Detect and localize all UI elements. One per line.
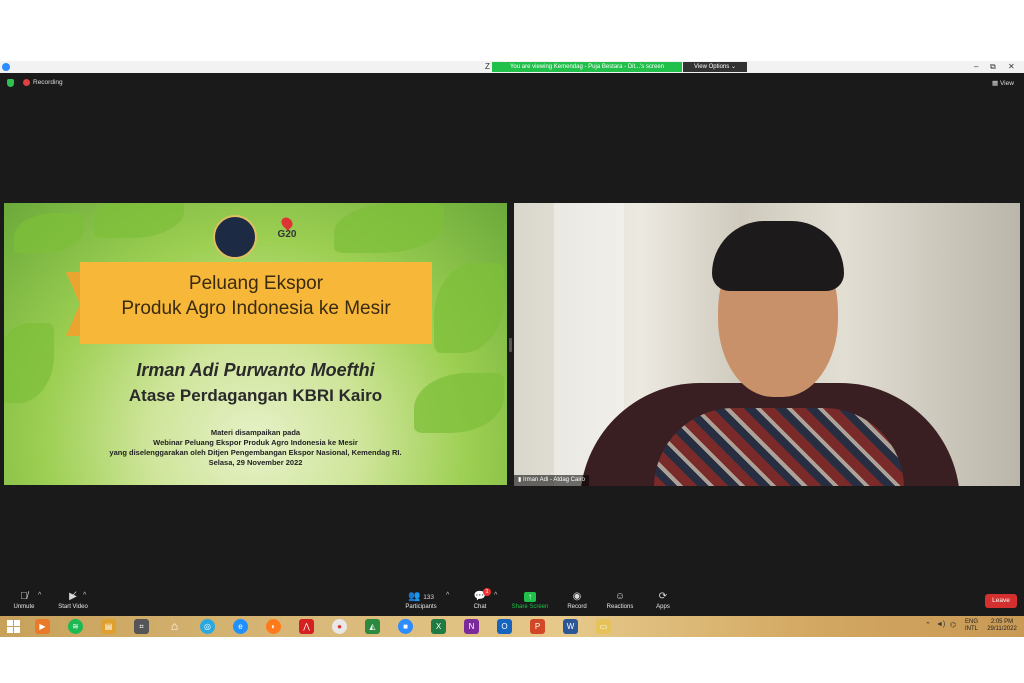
start-video-button[interactable]: ▶̸ Start Video	[43, 590, 103, 610]
person-hair	[712, 221, 844, 291]
view-options-label: View Options	[694, 64, 730, 70]
grid-icon: ▦	[992, 80, 999, 87]
participants-button[interactable]: 👥 133 Participants	[391, 590, 451, 610]
batik-shirt	[654, 408, 904, 486]
participants-label: Participants	[405, 604, 437, 610]
network-icon[interactable]: ⌬	[950, 621, 956, 629]
participants-count: 133	[423, 594, 435, 601]
apps-button[interactable]: ⟳ Apps	[633, 590, 693, 610]
leaf-decoration	[334, 203, 444, 253]
unmute-label: Unmute	[13, 604, 35, 610]
keyboard-layout: INTL	[965, 626, 979, 632]
messaging-app-icon[interactable]: ◎	[200, 619, 215, 634]
file-explorer-icon[interactable]: ▭	[596, 619, 611, 634]
view-options-button[interactable]: View Options ⌄	[683, 62, 747, 72]
chat-chevron-icon[interactable]: ^	[494, 592, 497, 599]
slide-title-line1: Peluang Ekspor	[188, 273, 324, 294]
zoom-taskbar-icon[interactable]: ■	[398, 619, 413, 634]
participant-video[interactable]: ▮ Irman Adi - Atdag Cairo	[514, 203, 1020, 486]
shield-icon[interactable]	[7, 79, 14, 87]
pdf-reader-icon[interactable]: ⋀	[299, 619, 314, 634]
record-label: Record	[567, 604, 587, 610]
slide-note-line2: Webinar Peluang Ekspor Produk Agro Indon…	[153, 438, 358, 447]
close-button[interactable]: ✕	[1008, 61, 1015, 73]
panel-splitter-handle[interactable]	[509, 338, 512, 352]
excel-icon[interactable]: X	[431, 619, 446, 634]
chrome-icon[interactable]: ●	[332, 619, 347, 634]
participant-name: Irman Adi - Atdag Cairo	[522, 477, 586, 483]
apps-label: Apps	[656, 604, 670, 610]
minimize-button[interactable]: –	[974, 61, 978, 73]
shared-screen-slide: G20 Peluang Ekspor Produk Agro Indonesia…	[4, 203, 507, 485]
sharing-banner: You are viewing Kemendag - Puja Bestara …	[492, 62, 682, 72]
title-ribbon: Peluang Ekspor Produk Agro Indonesia ke …	[66, 262, 432, 344]
chevron-down-icon: ⌄	[730, 64, 736, 70]
video-off-icon: ▶̸	[69, 591, 77, 602]
chat-badge: 1	[483, 588, 491, 596]
windows-start-icon[interactable]	[7, 620, 20, 633]
apps-icon: ⟳	[658, 591, 668, 602]
clock-date: 29/11/2022	[987, 626, 1017, 632]
spotify-icon[interactable]: ≋	[68, 619, 83, 634]
archive-icon[interactable]: ▤	[101, 619, 116, 634]
internet-explorer-icon[interactable]: e	[233, 619, 248, 634]
participant-name-tag: ▮ Irman Adi - Atdag Cairo	[514, 475, 590, 486]
powerpoint-icon[interactable]: P	[530, 619, 545, 634]
tray-chevron-icon[interactable]: ⌃	[925, 621, 931, 629]
volume-icon[interactable]: ◄)	[936, 621, 945, 628]
feedly-icon[interactable]: ◭	[365, 619, 380, 634]
firefox-icon[interactable]: ◐	[266, 619, 281, 634]
clock-time: 2:05 PM	[990, 619, 1014, 625]
recording-icon	[23, 79, 30, 86]
share-screen-label: Share Screen	[511, 604, 549, 610]
recording-label: Recording	[33, 79, 63, 86]
chat-label: Chat	[473, 604, 487, 610]
share-screen-icon: ↑	[524, 592, 536, 602]
start-video-label: Start Video	[58, 604, 88, 610]
reactions-label: Reactions	[606, 604, 634, 610]
zoom-logo-icon	[2, 63, 10, 71]
onenote-icon[interactable]: N	[464, 619, 479, 634]
home-icon[interactable]: ⌂	[167, 619, 182, 634]
slide-note-line4: Selasa, 29 November 2022	[208, 458, 303, 467]
view-button[interactable]: ▦ View	[992, 79, 1014, 87]
participants-chevron-icon[interactable]: ^	[446, 592, 449, 599]
signal-icon: ▮	[518, 477, 522, 483]
scanner-icon[interactable]: ⌗	[134, 619, 149, 634]
media-player-icon[interactable]: ▶	[35, 619, 50, 634]
language-code: ENG	[965, 619, 979, 625]
system-clock[interactable]: 2:05 PM 29/11/2022	[986, 619, 1018, 633]
leave-button[interactable]: Leave	[985, 594, 1017, 608]
video-options-chevron-icon[interactable]: ^	[83, 592, 86, 599]
presenter-role: Atase Perdagangan KBRI Kairo	[128, 386, 383, 405]
restore-button[interactable]: ⧉	[990, 61, 996, 73]
participants-icon: 👥	[407, 591, 421, 602]
outlook-icon[interactable]: O	[497, 619, 512, 634]
windows-taskbar	[0, 616, 1024, 637]
language-indicator[interactable]: ENG INTL	[965, 619, 978, 633]
leaf-decoration	[14, 213, 84, 253]
window-title: Z	[485, 62, 490, 71]
slide-note-line3: yang diselenggarakan oleh Ditjen Pengemb…	[109, 448, 402, 457]
leaf-decoration	[434, 263, 504, 353]
slide-title-line2: Produk Agro Indonesia ke Mesir	[121, 298, 391, 319]
slide-note-line1: Materi disampaikan pada	[210, 428, 301, 437]
leaf-decoration	[94, 203, 184, 238]
g20-logo: G20	[272, 215, 302, 253]
view-label: View	[999, 80, 1014, 87]
audio-options-chevron-icon[interactable]: ^	[38, 592, 41, 599]
ministry-seal-icon	[213, 215, 257, 259]
presenter-name: Irman Adi Purwanto Moefthi	[136, 360, 375, 380]
word-icon[interactable]: W	[563, 619, 578, 634]
